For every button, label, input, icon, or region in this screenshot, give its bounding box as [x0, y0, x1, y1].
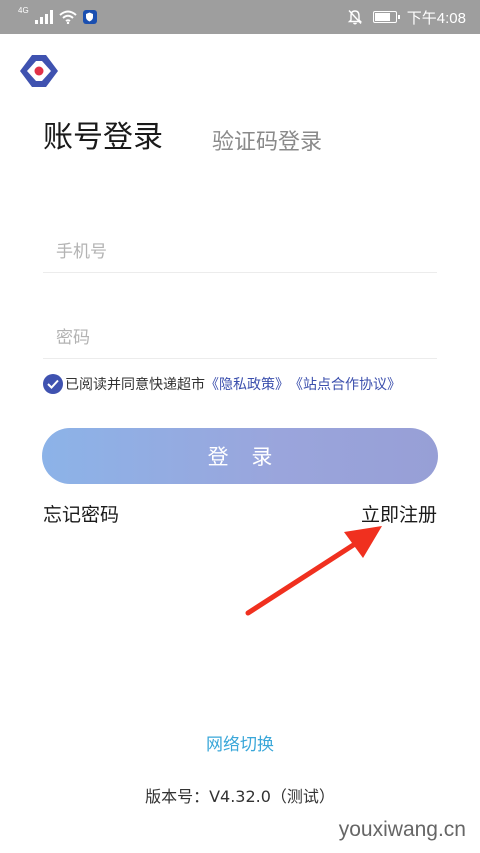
watermark: youxiwang.cn	[338, 818, 466, 841]
annotation-arrow-icon	[245, 526, 382, 616]
battery-fill	[374, 13, 390, 21]
mute-bell-icon	[347, 10, 362, 25]
app-logo	[20, 55, 58, 87]
site-agreement-link[interactable]: 《站点合作协议》	[289, 374, 401, 394]
checkmark-icon	[47, 379, 59, 389]
phone-field	[43, 232, 437, 273]
signal-icon	[34, 10, 53, 24]
clock: 下午4:08	[406, 9, 466, 27]
password-input[interactable]	[43, 318, 437, 358]
phone-input[interactable]	[43, 232, 437, 272]
agree-checkbox[interactable]	[43, 374, 63, 394]
forgot-password-link[interactable]: 忘记密码	[43, 500, 119, 527]
agreement-text: 已阅读并同意快递超市	[65, 377, 205, 393]
tab-sms-login[interactable]: 验证码登录	[212, 124, 322, 156]
battery-icon	[372, 11, 400, 23]
network-type: 4G	[18, 6, 29, 15]
status-right: 下午4:08	[347, 0, 466, 34]
version-label: 版本号：V4.32.0（测试）	[145, 787, 335, 806]
status-left: 4G	[18, 0, 97, 34]
status-bar: 4G 下午4:08	[0, 0, 480, 34]
agreement-row: 已阅读并同意快递超市 《隐私政策》 《站点合作协议》	[43, 373, 401, 395]
privacy-policy-link[interactable]: 《隐私政策》	[205, 374, 289, 394]
network-switch-link[interactable]: 网络切换	[0, 730, 480, 755]
wifi-icon	[59, 10, 77, 24]
shield-icon	[82, 10, 97, 24]
login-button[interactable]: 登 录	[42, 428, 438, 484]
password-field	[43, 318, 437, 359]
tab-account-login[interactable]: 账号登录	[43, 112, 163, 156]
